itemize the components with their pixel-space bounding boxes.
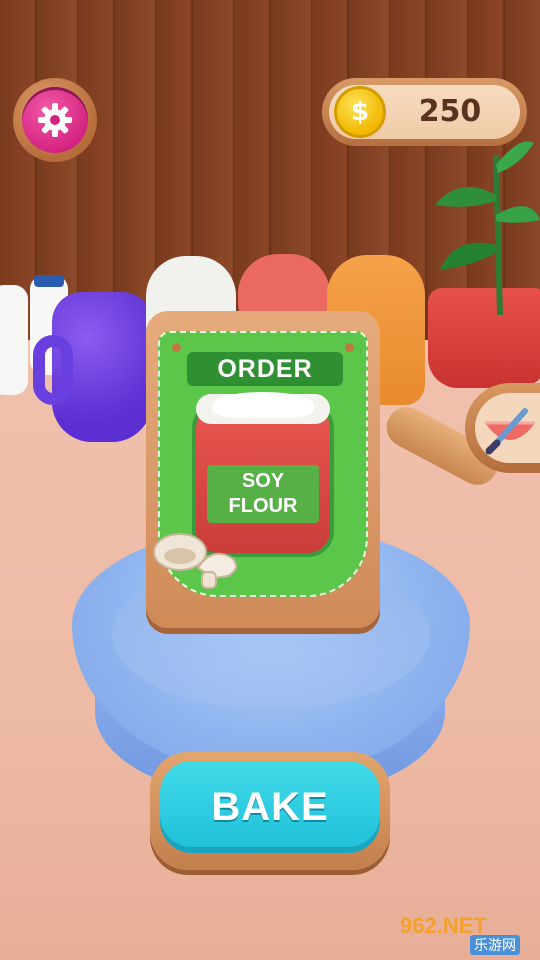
- ingredient-line-1: SOY: [241, 470, 285, 492]
- milk-bottle: [0, 285, 28, 395]
- settings-button[interactable]: [13, 78, 97, 162]
- coin-icon: $: [334, 86, 386, 138]
- card-pin: [172, 343, 181, 352]
- gear-icon: [38, 103, 72, 137]
- watermark: 962.NET 乐游网: [396, 913, 536, 955]
- knife-bowl-icon: [485, 408, 535, 455]
- flour-pile: [212, 392, 314, 418]
- order-title: ORDER: [187, 352, 343, 386]
- watermark-subtitle: 乐游网: [470, 935, 520, 955]
- pitcher-handle: [33, 335, 73, 405]
- plant-leaves: [435, 141, 540, 315]
- mushroom-icon: [153, 533, 238, 589]
- ingredient-label: SOY FLOUR: [207, 465, 319, 523]
- card-pin: [345, 343, 354, 352]
- ingredient-line-2: FLOUR: [228, 495, 298, 517]
- tool-button-face: [475, 393, 540, 463]
- coin-count: 250: [418, 94, 482, 129]
- bake-button[interactable]: BAKE: [160, 761, 380, 853]
- coin-symbol: $: [350, 97, 370, 127]
- settings-button-face: [22, 87, 88, 153]
- milk-bottle-cap: [34, 275, 64, 287]
